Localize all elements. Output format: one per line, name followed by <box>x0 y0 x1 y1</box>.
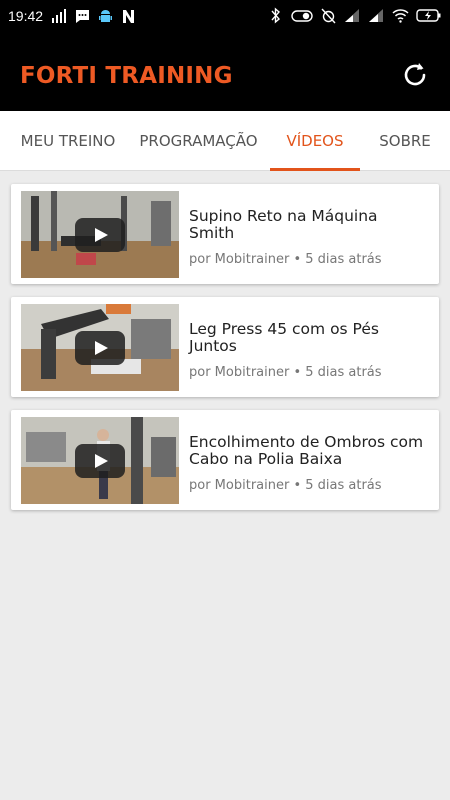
video-card[interactable]: Leg Press 45 com os Pés Juntos por Mobit… <box>11 297 439 397</box>
play-button[interactable] <box>75 444 125 478</box>
active-tab-indicator <box>270 168 360 171</box>
video-thumbnail[interactable] <box>21 417 179 504</box>
video-thumbnail[interactable] <box>21 191 179 278</box>
alarm-off-icon <box>321 8 336 24</box>
app-title: FORTI TRAINING <box>20 63 233 89</box>
n-icon <box>123 10 134 23</box>
signal-icon <box>345 9 359 22</box>
toggle-icon <box>291 10 313 22</box>
status-bar: 19:42 <box>0 0 450 33</box>
video-meta: por Mobitrainer • 5 dias atrás <box>189 365 382 380</box>
tab-bar: MEU TREINO PROGRAMAÇÃO VÍDEOS SOBRE <box>0 111 450 171</box>
status-time: 19:42 <box>8 8 44 24</box>
video-card[interactable]: Supino Reto na Máquina Smith por Mobitra… <box>11 184 439 284</box>
tab-sobre[interactable]: SOBRE <box>370 111 440 171</box>
tab-videos[interactable]: VÍDEOS <box>270 111 360 171</box>
video-card[interactable]: Encolhimento de Ombros com Cabo na Polia… <box>11 410 439 510</box>
app-bar: FORTI TRAINING <box>0 33 450 111</box>
battery-charging-icon <box>416 9 441 22</box>
play-button[interactable] <box>75 218 125 252</box>
video-thumbnail[interactable] <box>21 304 179 391</box>
signal-icon <box>369 9 383 22</box>
video-title: Supino Reto na Máquina Smith <box>189 207 378 242</box>
video-meta: por Mobitrainer • 5 dias atrás <box>189 478 382 493</box>
tab-meu-treino[interactable]: MEU TREINO <box>15 111 121 171</box>
refresh-icon[interactable] <box>400 60 430 90</box>
bluetooth-icon <box>271 7 280 24</box>
play-button[interactable] <box>75 331 125 365</box>
wifi-icon <box>392 9 409 23</box>
android-icon <box>99 10 112 22</box>
video-title: Encolhimento de Ombros com Cabo na Polia… <box>189 433 424 468</box>
message-icon <box>76 10 89 23</box>
video-title: Leg Press 45 com os Pés Juntos <box>189 320 379 355</box>
signal-bars-icon <box>52 9 66 23</box>
tab-programacao[interactable]: PROGRAMAÇÃO <box>135 111 262 171</box>
video-meta: por Mobitrainer • 5 dias atrás <box>189 252 382 267</box>
